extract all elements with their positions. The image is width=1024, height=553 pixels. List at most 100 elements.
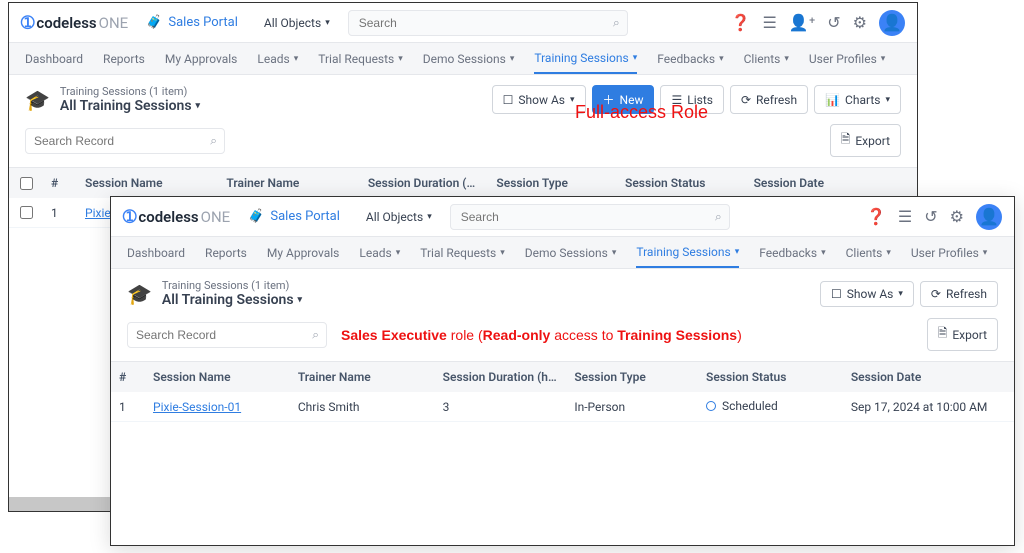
- select-all-checkbox[interactable]: [20, 177, 33, 190]
- col-trainer[interactable]: Trainer Name: [218, 176, 359, 190]
- app-header: ➀ codelessONE 🧳 Sales Portal All Objects…: [9, 3, 917, 43]
- list-toolbar-row2: ⌕ Sales Executive role (Read-only access…: [111, 312, 1014, 361]
- header-actions: ❓ ☰ 👤⁺ ↺ ⚙ 👤: [731, 10, 905, 36]
- tab-training[interactable]: Training Sessions▾: [636, 237, 739, 268]
- search-icon: ⌕: [210, 133, 217, 148]
- gear-icon[interactable]: ⚙: [853, 13, 867, 32]
- tab-profiles[interactable]: User Profiles▾: [809, 43, 885, 74]
- cell-index: 1: [111, 400, 145, 414]
- tab-clients[interactable]: Clients▾: [846, 237, 891, 268]
- list-title[interactable]: All Training Sessions▾: [162, 292, 302, 308]
- tab-leads[interactable]: Leads▾: [359, 237, 400, 268]
- show-as-button[interactable]: ☐ Show As ▾: [820, 281, 914, 307]
- person-icon: 👤: [979, 207, 999, 226]
- avatar[interactable]: 👤: [976, 204, 1002, 230]
- objects-dropdown[interactable]: All Objects ▾: [256, 12, 338, 34]
- logo: ➀ codelessONE: [21, 13, 128, 32]
- history-icon[interactable]: ↺: [827, 13, 840, 32]
- col-trainer[interactable]: Trainer Name: [290, 370, 435, 384]
- status-badge: Scheduled: [706, 399, 778, 413]
- col-type[interactable]: Session Type: [566, 370, 698, 384]
- show-as-button[interactable]: ☐ Show As ▾: [492, 85, 586, 114]
- portal-selector[interactable]: 🧳 Sales Portal: [138, 11, 246, 34]
- list-toolbar-row2: ⌕ 🗎 Export: [9, 118, 917, 167]
- add-user-icon[interactable]: 👤⁺: [789, 13, 815, 32]
- header-actions: ❓ ☰ ↺ ⚙ 👤: [866, 204, 1002, 230]
- col-session-name[interactable]: Session Name: [77, 176, 218, 190]
- chevron-down-icon: ▾: [325, 18, 330, 28]
- record-search-input[interactable]: [127, 322, 327, 348]
- help-icon[interactable]: ❓: [731, 13, 751, 32]
- tab-dashboard[interactable]: Dashboard: [127, 237, 185, 268]
- col-index[interactable]: #: [43, 176, 77, 190]
- chevron-down-icon: ▾: [196, 101, 201, 111]
- briefcase-icon: 🧳: [146, 15, 162, 30]
- charts-button[interactable]: 📊 Charts ▾: [814, 85, 901, 114]
- tab-demo[interactable]: Demo Sessions▾: [525, 237, 617, 268]
- help-icon[interactable]: ❓: [866, 207, 886, 226]
- database-icon[interactable]: ☰: [763, 13, 777, 32]
- refresh-button[interactable]: ⟳ Refresh: [920, 281, 998, 307]
- global-search-input[interactable]: [348, 10, 628, 36]
- tab-trial[interactable]: Trial Requests▾: [318, 43, 403, 74]
- cell-index: 1: [43, 206, 77, 220]
- list-header: 🎓 Training Sessions (1 item) All Trainin…: [111, 269, 1014, 312]
- session-name-link[interactable]: Pixie-Session-01: [153, 400, 241, 414]
- col-status[interactable]: Session Status: [617, 176, 746, 190]
- breadcrumb: Training Sessions (1 item): [60, 85, 200, 98]
- cell-type: In-Person: [566, 400, 698, 414]
- annotation-full-access: Full-access Role: [575, 102, 708, 123]
- tab-reports[interactable]: Reports: [205, 237, 247, 268]
- tab-profiles[interactable]: User Profiles▾: [911, 237, 987, 268]
- logo-icon: ➀: [21, 13, 34, 32]
- col-session-name[interactable]: Session Name: [145, 370, 290, 384]
- global-search-input[interactable]: [450, 204, 730, 230]
- cell-duration: 3: [435, 400, 567, 414]
- logo-icon: ➀: [123, 207, 136, 226]
- chevron-down-icon: ▾: [885, 95, 890, 105]
- table-header: # Session Name Trainer Name Session Dura…: [111, 362, 1014, 392]
- logo: ➀ codelessONE: [123, 207, 230, 226]
- col-date[interactable]: Session Date: [843, 370, 1014, 384]
- chevron-down-icon: ▾: [298, 295, 303, 305]
- tab-dashboard[interactable]: Dashboard: [25, 43, 83, 74]
- cell-date: Sep 17, 2024 at 10:00 AM: [843, 400, 1014, 414]
- tab-trial[interactable]: Trial Requests▾: [420, 237, 505, 268]
- objects-dropdown[interactable]: All Objects ▾: [358, 206, 440, 228]
- chevron-down-icon: ▾: [881, 54, 886, 64]
- col-duration[interactable]: Session Duration (hou: [360, 176, 489, 190]
- export-button[interactable]: 🗎 Export: [830, 124, 901, 157]
- search-icon: ⌕: [312, 327, 319, 342]
- record-search: ⌕: [127, 322, 327, 348]
- list-title[interactable]: All Training Sessions▾: [60, 98, 200, 114]
- avatar[interactable]: 👤: [879, 10, 905, 36]
- col-type[interactable]: Session Type: [488, 176, 617, 190]
- tab-approvals[interactable]: My Approvals: [165, 43, 238, 74]
- chevron-down-icon: ▾: [821, 248, 826, 258]
- col-duration[interactable]: Session Duration (hou: [435, 370, 567, 384]
- record-search-input[interactable]: [25, 128, 225, 154]
- row-checkbox[interactable]: [20, 206, 33, 219]
- graduation-cap-icon: 🎓: [127, 282, 152, 306]
- tab-feedbacks[interactable]: Feedbacks▾: [759, 237, 825, 268]
- gear-icon[interactable]: ⚙: [950, 207, 964, 226]
- data-table: # Session Name Trainer Name Session Dura…: [111, 361, 1014, 422]
- refresh-button[interactable]: ⟳ Refresh: [730, 85, 808, 114]
- chevron-down-icon: ▾: [612, 248, 617, 258]
- col-date[interactable]: Session Date: [746, 176, 887, 190]
- portal-selector[interactable]: 🧳 Sales Portal: [240, 205, 348, 228]
- col-index[interactable]: #: [111, 370, 145, 384]
- tab-clients[interactable]: Clients▾: [744, 43, 789, 74]
- database-icon[interactable]: ☰: [898, 207, 912, 226]
- history-icon[interactable]: ↺: [924, 207, 937, 226]
- tab-reports[interactable]: Reports: [103, 43, 145, 74]
- tab-feedbacks[interactable]: Feedbacks▾: [657, 43, 723, 74]
- tab-approvals[interactable]: My Approvals: [267, 237, 340, 268]
- person-icon: 👤: [882, 13, 902, 32]
- tab-training[interactable]: Training Sessions▾: [534, 43, 637, 74]
- export-button[interactable]: 🗎 Export: [927, 318, 998, 351]
- tab-demo[interactable]: Demo Sessions▾: [423, 43, 515, 74]
- chevron-down-icon: ▾: [427, 212, 432, 222]
- col-status[interactable]: Session Status: [698, 370, 843, 384]
- tab-leads[interactable]: Leads▾: [257, 43, 298, 74]
